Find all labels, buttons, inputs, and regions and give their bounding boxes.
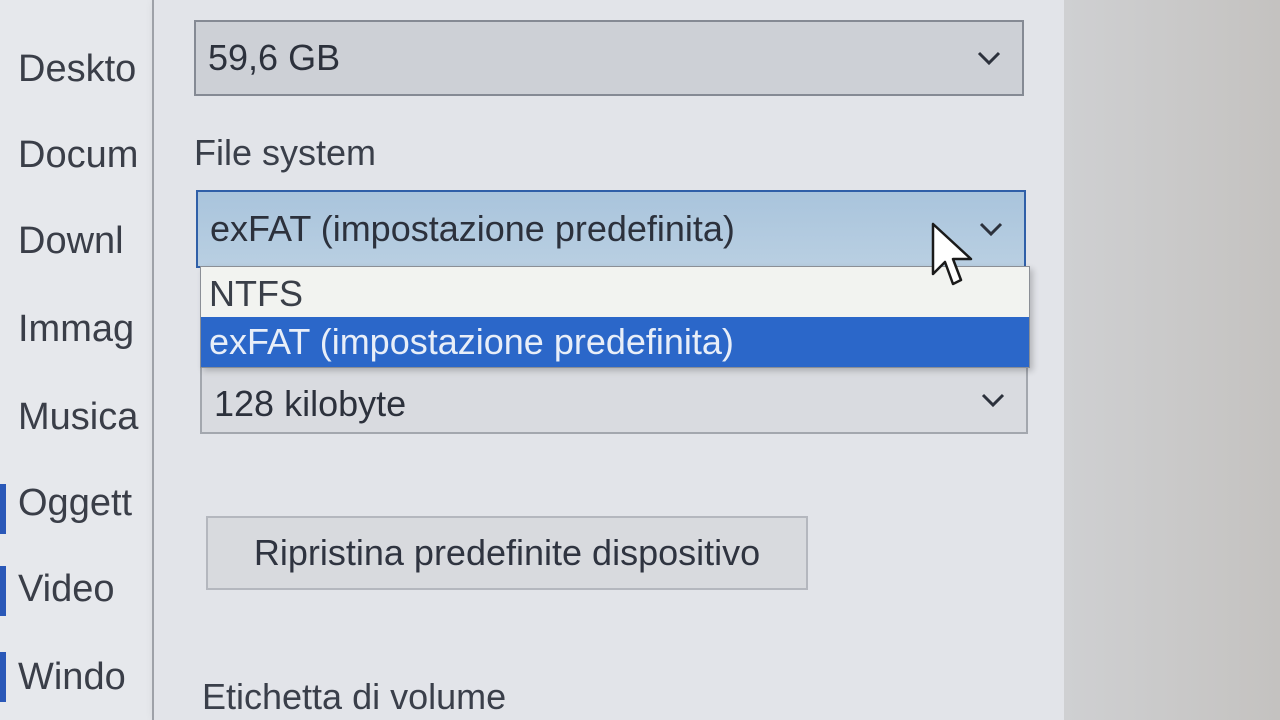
nav-item-desktop[interactable]: Deskto [18,48,136,91]
format-dialog: 59,6 GB File system exFAT (impostazione … [152,0,1066,720]
explorer-nav-pane: Deskto Docum Downl Immag Musica Oggett V… [0,0,161,720]
capacity-value: 59,6 GB [208,37,341,78]
nav-selection-accent-3 [0,652,6,702]
screen: Deskto Docum Downl Immag Musica Oggett V… [0,0,1280,720]
capacity-select[interactable]: 59,6 GB [194,20,1024,96]
nav-item-documents[interactable]: Docum [18,134,138,177]
chevron-down-icon [977,51,1001,66]
dropdown-option-ntfs[interactable]: NTFS [201,269,1029,319]
chevron-down-icon [979,222,1003,237]
nav-selection-accent-2 [0,566,6,616]
nav-item-music[interactable]: Musica [18,396,138,439]
nav-item-video[interactable]: Video [18,568,115,611]
file-system-value: exFAT (impostazione predefinita) [210,208,735,249]
nav-item-downloads[interactable]: Downl [18,220,124,263]
restore-defaults-button[interactable]: Ripristina predefinite dispositivo [206,516,808,590]
mouse-cursor-icon [931,222,973,286]
nav-item-objects[interactable]: Oggett [18,482,132,525]
chevron-down-icon [981,393,1005,407]
nav-item-windows[interactable]: Windo [18,656,126,699]
file-system-dropdown-list: NTFS exFAT (impostazione predefinita) [200,266,1030,368]
nav-item-images[interactable]: Immag [18,308,134,351]
file-system-select[interactable]: exFAT (impostazione predefinita) [196,190,1026,268]
nav-selection-accent [0,484,6,534]
allocation-unit-select[interactable]: 128 kilobyte [200,360,1028,434]
allocation-unit-value: 128 kilobyte [214,383,407,424]
dropdown-option-exfat[interactable]: exFAT (impostazione predefinita) [201,317,1029,367]
volume-label-label: Etichetta di volume [202,676,507,717]
file-system-label: File system [194,132,377,173]
desktop-background [1064,0,1280,720]
